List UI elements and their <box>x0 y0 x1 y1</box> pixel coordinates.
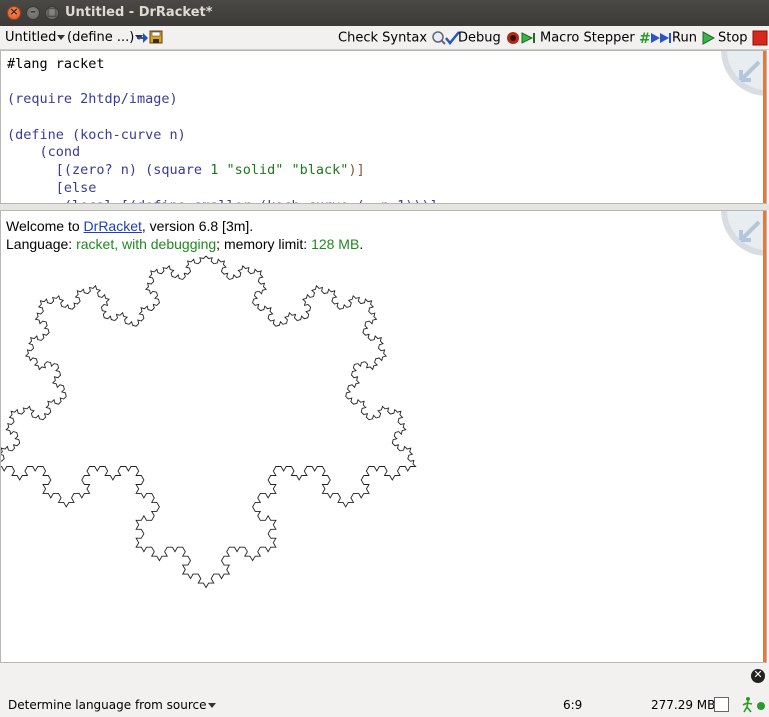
code-line: (define (koch-curve n) <box>7 127 438 145</box>
koch-curve-outline <box>1 255 417 589</box>
definitions-editor[interactable]: #lang racket (require 2htdp/image) (define… <box>0 50 767 204</box>
corner-fold-icon <box>721 211 766 256</box>
window-minimize-button[interactable]: – <box>26 5 40 20</box>
welcome-prefix: Welcome to <box>6 218 84 234</box>
drracket-link[interactable]: DrRacket <box>84 218 142 234</box>
macro-stepper-button[interactable]: Macro Stepper # <box>540 30 673 46</box>
language-selector-label: Determine language from source <box>8 698 207 712</box>
code-line: (cond <box>7 144 438 162</box>
koch-snowflake-image <box>1 255 417 589</box>
language-value: racket, with debugging <box>76 236 217 252</box>
memory-checkbox[interactable] <box>714 697 729 712</box>
window-close-button[interactable]: × <box>7 5 21 20</box>
code-line: #lang racket <box>7 56 438 74</box>
check-syntax-label: Check Syntax <box>338 30 428 46</box>
magnifier-check-icon <box>432 31 461 45</box>
chevron-down-icon <box>57 35 66 40</box>
running-indicator-icon <box>742 697 765 713</box>
repl-banner: Welcome to DrRacket, version 6.8 [3m]. L… <box>6 217 363 253</box>
code-text: #lang racket (require 2htdp/image) (define… <box>7 56 438 203</box>
macro-stepper-icon: # <box>639 31 671 46</box>
define-menu[interactable]: (define ...) <box>67 30 144 45</box>
code-token: (define (koch-curve n) <box>7 126 186 143</box>
code-line: (require 2htdp/image) <box>7 91 438 109</box>
maximize-icon: □ <box>46 5 58 18</box>
repl-scroll-marker[interactable] <box>763 211 766 662</box>
window-maximize-button[interactable]: □ <box>45 5 59 20</box>
code-token: [else <box>7 179 97 196</box>
run-label: Run <box>672 30 697 46</box>
run-button[interactable]: Run <box>672 30 716 46</box>
debug-button[interactable]: Debug <box>458 30 537 46</box>
corner-fold-icon <box>721 51 766 96</box>
minimize-icon: – <box>30 5 36 18</box>
language-selector[interactable]: Determine language from source <box>8 698 216 712</box>
file-menu-label: Untitled <box>5 30 57 45</box>
memory-end: . <box>359 236 364 252</box>
code-token: #lang racket <box>7 56 105 72</box>
macro-stepper-label: Macro Stepper <box>540 30 635 46</box>
file-menu[interactable]: Untitled <box>5 30 66 45</box>
editor-scroll-marker[interactable] <box>763 51 766 203</box>
code-line: [(zero? n) (square 1 "solid" "black")] <box>7 162 438 180</box>
code-token: "solid" <box>226 162 284 179</box>
interactions-pane[interactable]: Welcome to DrRacket, version 6.8 [3m]. L… <box>0 210 767 663</box>
memory-limit-value: 128 MB <box>311 236 360 252</box>
save-button[interactable] <box>136 29 164 45</box>
toolbar: Untitled (define ...) Check Syntax Debug… <box>0 26 769 50</box>
define-menu-label: (define ...) <box>67 30 135 45</box>
code-token: )] <box>348 162 365 179</box>
code-line: [else <box>7 180 438 198</box>
close-panel-button[interactable]: ✕ <box>751 668 765 683</box>
code-token: [(zero? n) (square <box>7 162 211 179</box>
memory-label: ; memory limit: <box>216 236 312 252</box>
title-bar: × – □ Untitled - DrRacket* <box>0 0 769 26</box>
code-token: "black" <box>291 162 349 179</box>
stop-icon <box>752 30 768 46</box>
memory-usage: 277.29 MB <box>651 698 716 712</box>
welcome-line: Welcome to DrRacket, version 6.8 [3m]. <box>6 217 363 235</box>
cursor-position: 6:9 <box>563 698 583 712</box>
code-token: (require 2htdp/image) <box>7 91 178 108</box>
code-token: (cond <box>7 144 81 161</box>
close-icon: ✕ <box>753 668 763 681</box>
close-icon: × <box>9 5 19 18</box>
play-icon <box>702 31 716 45</box>
debug-label: Debug <box>458 30 501 46</box>
stop-button[interactable]: Stop <box>718 30 768 46</box>
language-label: Language: <box>6 236 77 252</box>
save-icon <box>137 30 163 44</box>
svg-text:#: # <box>639 31 651 46</box>
bug-icon <box>506 32 535 44</box>
stop-label: Stop <box>718 30 748 46</box>
chevron-down-icon <box>207 703 216 708</box>
welcome-suffix: , version 6.8 [3m]. <box>141 218 254 234</box>
check-syntax-button[interactable]: Check Syntax <box>338 30 461 46</box>
status-bar: Determine language from source 6:9 277.2… <box>0 690 769 717</box>
window-title: Untitled - DrRacket* <box>65 5 213 20</box>
